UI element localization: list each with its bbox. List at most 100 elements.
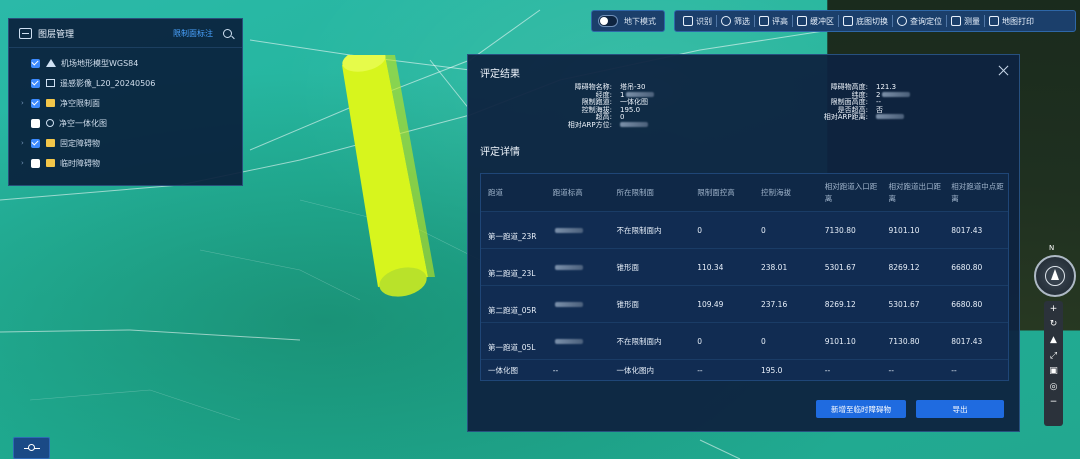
zoom-out-button[interactable]: − (1044, 395, 1063, 411)
expand-arrow-icon[interactable]: › (21, 159, 31, 167)
table-cell: 一体化图 (488, 365, 518, 375)
table-cell (546, 249, 610, 285)
checkbox[interactable] (31, 158, 40, 168)
redacted-value (626, 91, 655, 97)
search-icon (721, 16, 731, 26)
layer-item-fixed-obstacles[interactable]: › 固定障碍物 (9, 133, 242, 153)
tool-buffer-button[interactable]: 缓冲区 (793, 10, 838, 32)
obstacle-cylinder[interactable] (340, 55, 435, 300)
info-label: 相对ARP方位: (567, 120, 612, 129)
table-row[interactable]: 第一跑道_05L 不在限制面内 0 0 9101.10 7130.80 8017… (481, 322, 1008, 359)
table-header-cell: 限制面控高 (697, 187, 735, 197)
table-header-cell: 相对跑道中点距离 (951, 181, 1004, 203)
close-icon[interactable] (998, 65, 1009, 76)
add-to-temp-obstacles-button[interactable]: 新增至临时障碍物 (816, 400, 906, 418)
layer-label: 固定障碍物 (60, 138, 100, 148)
checkbox[interactable] (31, 138, 40, 148)
tool-identify-button[interactable]: 识别 (679, 10, 716, 32)
table-cell: 锥形面 (616, 262, 640, 272)
table-cell: 238.01 (760, 262, 788, 272)
info-left: 障碍物名称: 塔吊-30 经度: 1 限制跑道: 一体化图 控制海拔: 195.0 超高… (542, 83, 655, 130)
compass-icon[interactable] (1034, 255, 1076, 297)
table-row[interactable]: 第一跑道_23R 不在限制面内 0 0 7130.80 9101.10 8017… (481, 211, 1008, 248)
table-cell: 8017.43 (951, 336, 983, 346)
tilt-button[interactable]: ▲ (1044, 332, 1063, 348)
tool-label: 测量 (964, 16, 980, 26)
table-row[interactable]: 第二跑道_05R 锥形面 109.49 237.16 8269.12 5301.… (481, 285, 1008, 322)
table-cell (546, 286, 610, 322)
table-cell: 一体化图内 (616, 365, 655, 375)
folder-icon (46, 159, 55, 167)
tool-label: 查询定位 (910, 16, 942, 26)
zoom-in-button[interactable]: + (1044, 301, 1063, 317)
table-cell: 9101.10 (824, 336, 856, 346)
restriction-label-link[interactable]: 限制面标注 (173, 28, 213, 39)
buffer-icon (797, 16, 807, 26)
toggle-switch-icon[interactable] (598, 15, 618, 27)
layer-item-clearance-surface[interactable]: › 净空限制面 (9, 93, 242, 113)
checkbox[interactable] (31, 58, 40, 68)
tool-locate-button[interactable]: 查询定位 (893, 10, 946, 32)
layer-item-integrated-map[interactable]: 净空一体化图 (9, 113, 242, 133)
expand-arrow-icon[interactable]: › (21, 99, 31, 107)
export-button[interactable]: 导出 (916, 400, 1004, 418)
dialog-title: 评定结果 (480, 69, 520, 80)
map-tools: + ↻ ▲ ⤢ ▣ ◎ − (1044, 301, 1063, 426)
layer-label: 遥感影像_L20_20240506 (60, 78, 156, 88)
table-cell: -- (824, 365, 831, 375)
table-header: 跑道 跑道标高 所在限制面 限制面控高 控制海拔 相对跑道入口距离 相对跑道出口… (481, 174, 1008, 211)
north-arrow-icon (1051, 269, 1059, 280)
layer-label: 机场地形模型WGS84 (61, 58, 139, 68)
table-cell: 8017.43 (951, 225, 983, 235)
screenshot-button[interactable]: ▣ (1044, 363, 1063, 379)
terrain-icon (46, 59, 56, 67)
redacted-value (876, 114, 904, 120)
checkbox[interactable] (31, 118, 40, 128)
info-row: 相对ARP距离: (806, 114, 910, 122)
table-cell: 不在限制面内 (616, 225, 662, 235)
tool-measure-button[interactable]: 测量 (947, 10, 984, 32)
layer-item-terrain[interactable]: 机场地形模型WGS84 (9, 53, 242, 73)
table-cell: 锥形面 (616, 299, 640, 309)
checkbox[interactable] (31, 78, 40, 88)
layer-label: 净空一体化图 (59, 118, 107, 128)
info-label: 相对ARP距离: (823, 113, 868, 122)
fullscreen-button[interactable]: ⤢ (1044, 348, 1063, 364)
tool-basemap-button[interactable]: 底图切换 (839, 10, 892, 32)
table-cell: 9101.10 (888, 225, 920, 235)
folder-icon (46, 139, 55, 147)
evaluation-result-dialog: 评定结果 障碍物名称: 塔吊-30 经度: 1 限制跑道: 一体化图 控制海拔: 195… (467, 54, 1020, 432)
underground-mode-toggle[interactable]: 地下模式 (591, 10, 665, 32)
table-cell (546, 212, 610, 248)
basemap-icon (843, 16, 853, 26)
info-row: 相对ARP方位: (542, 120, 654, 130)
tool-filter-button[interactable]: 筛选 (717, 10, 754, 32)
expand-arrow-icon[interactable]: › (21, 139, 31, 147)
image-icon (46, 79, 55, 87)
table-header-cell: 跑道 (488, 187, 503, 197)
redacted-value (554, 264, 583, 270)
layer-switch-button[interactable]: ◎ (1044, 379, 1063, 395)
bottom-left-control-button[interactable] (13, 437, 50, 459)
search-icon[interactable] (223, 28, 232, 38)
layer-item-temp-obstacles[interactable]: › 临时障碍物 (9, 153, 242, 173)
collapse-icon[interactable] (19, 27, 32, 39)
tool-height-eval-button[interactable]: 评高 (755, 10, 792, 32)
table-cell: 7130.80 (824, 225, 856, 235)
table-cell: 110.34 (697, 262, 724, 272)
redacted-value (554, 338, 583, 344)
table-row[interactable]: 第二跑道_23L 锥形面 110.34 238.01 5301.67 8269.… (481, 248, 1008, 285)
table-cell: 第二跑道_23L (488, 269, 536, 278)
table-cell: 195.0 (760, 365, 783, 375)
tool-print-button[interactable]: 地图打印 (985, 10, 1038, 32)
checkbox[interactable] (31, 98, 40, 108)
reset-view-button[interactable]: ↻ (1044, 317, 1063, 333)
table-cell: -- (888, 365, 894, 375)
table-row[interactable]: 一体化图 -- 一体化图内 -- 195.0 -- -- -- (481, 359, 1008, 380)
layer-item-imagery[interactable]: 遥感影像_L20_20240506 (9, 73, 242, 93)
table-header-cell: 所在限制面 (616, 187, 655, 197)
table-cell: -- (552, 365, 559, 375)
details-table: 跑道 跑道标高 所在限制面 限制面控高 控制海拔 相对跑道入口距离 相对跑道出口… (480, 173, 1009, 381)
slider-icon (23, 443, 40, 451)
table-cell: 0 (760, 336, 766, 346)
